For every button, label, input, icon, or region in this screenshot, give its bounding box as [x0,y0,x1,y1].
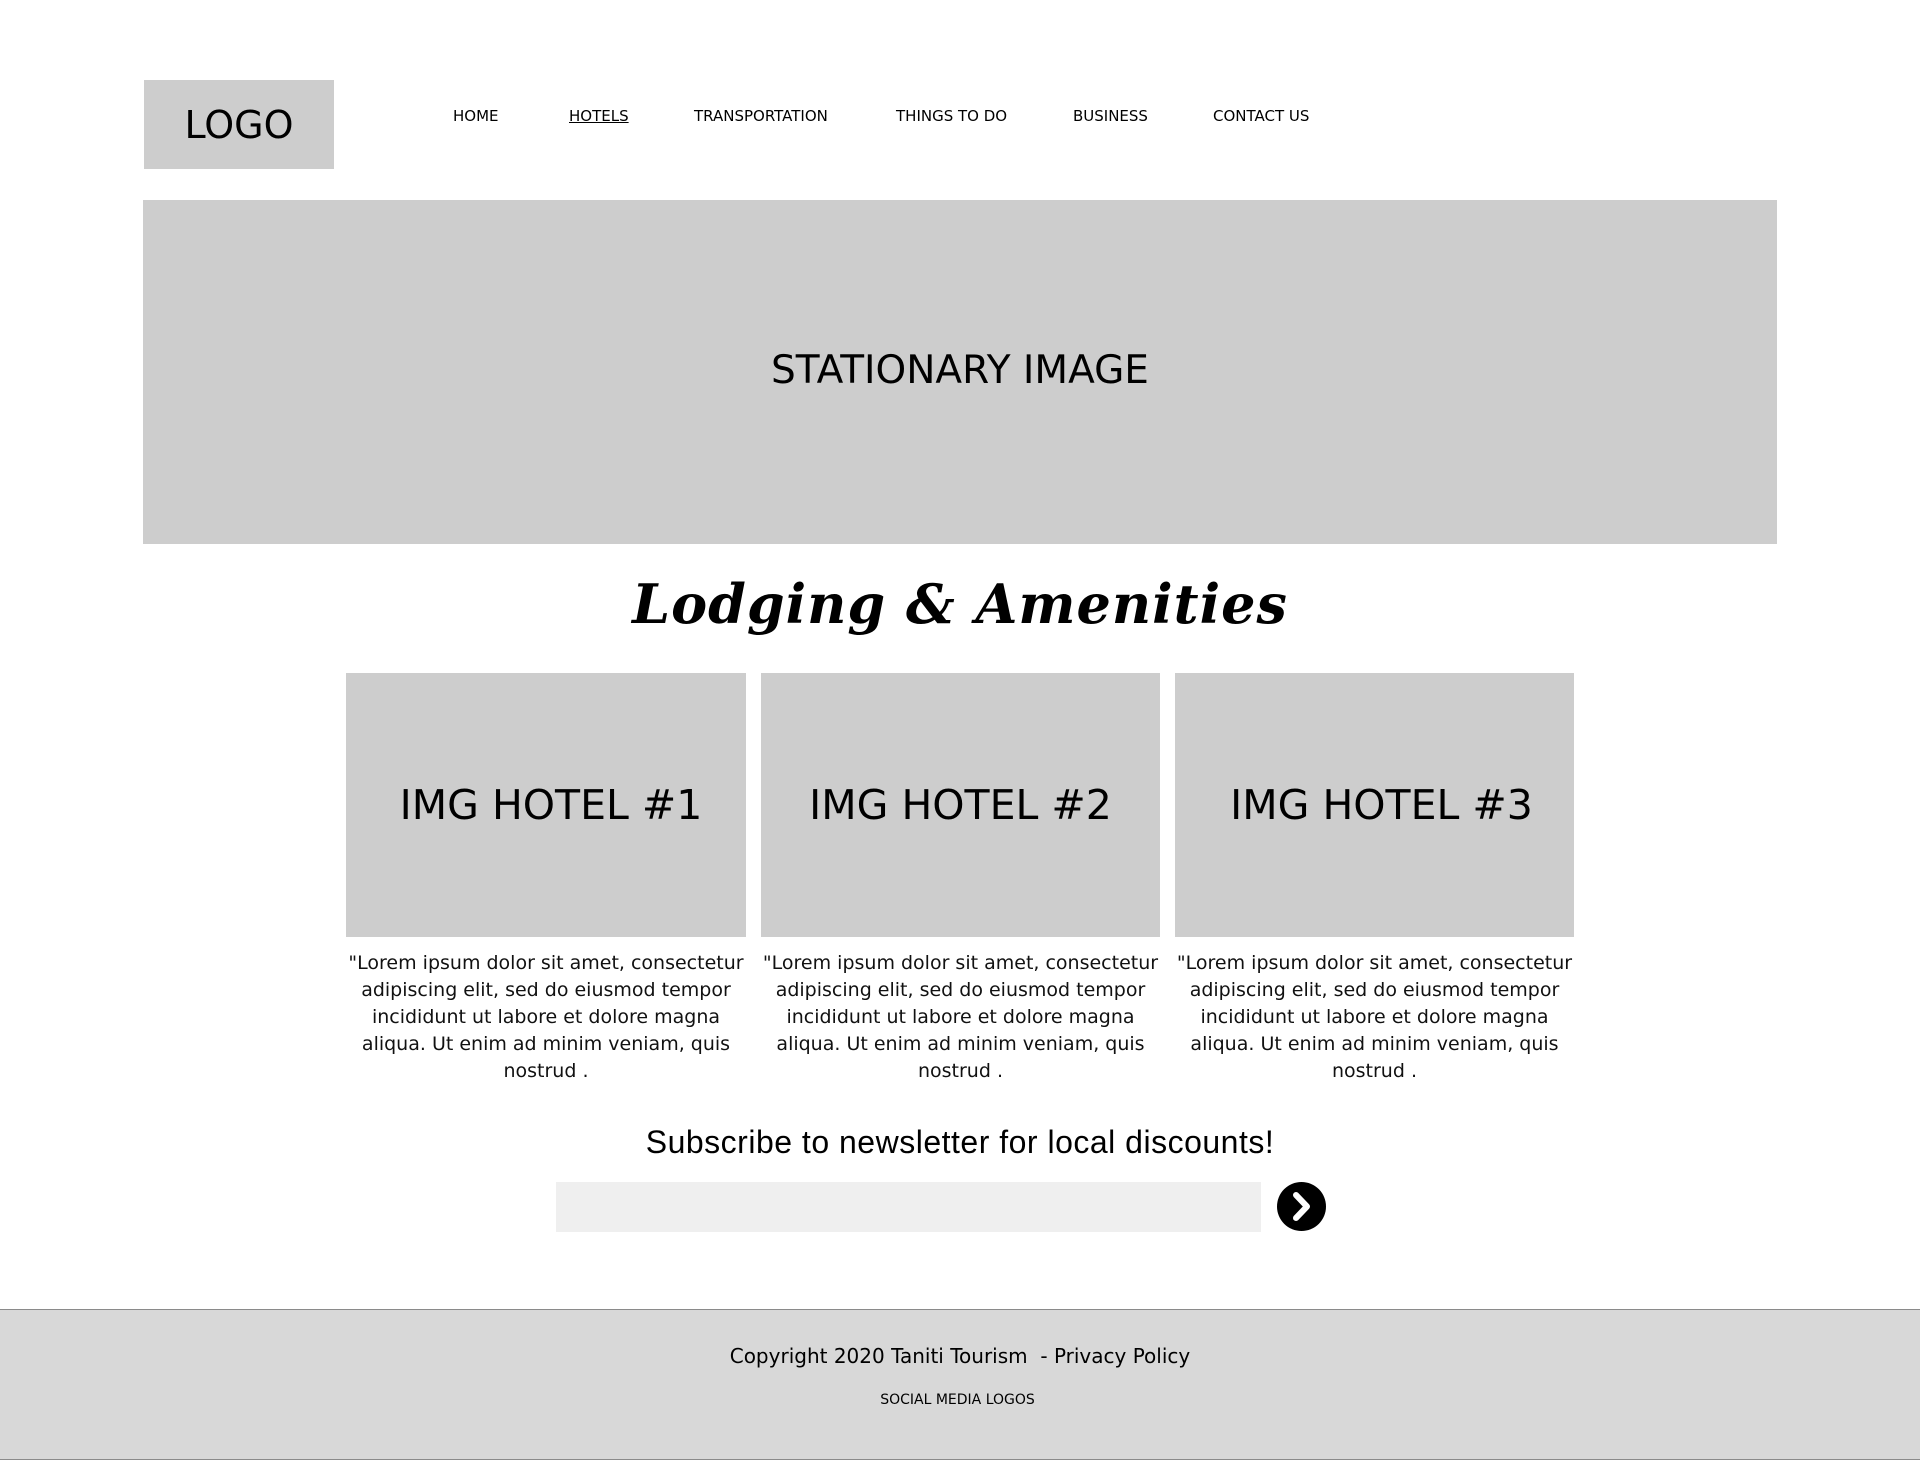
footer-copyright: Copyright 2020 Taniti Tourism - [729,1344,1054,1368]
privacy-policy-link[interactable]: Privacy Policy [1054,1344,1190,1368]
hotel-description-3: "Lorem ipsum dolor sit amet, consectetur… [1176,952,1573,1082]
hotel-image-2[interactable]: IMG HOTEL #2 [761,673,1160,937]
newsletter-email-input[interactable] [556,1182,1261,1232]
hero-image-label: STATIONARY IMAGE [771,347,1149,393]
hero-image: STATIONARY IMAGE [143,200,1777,544]
newsletter-submit-button[interactable] [1277,1182,1326,1231]
nav-item-transportation[interactable]: TRANSPORTATION [694,107,828,125]
nav-item-business[interactable]: BUSINESS [1073,107,1148,125]
hotel-image-3[interactable]: IMG HOTEL #3 [1175,673,1574,937]
hotel-description-2: "Lorem ipsum dolor sit amet, consectetur… [762,952,1159,1082]
nav-item-hotels[interactable]: HOTELS [569,107,629,125]
nav-item-home[interactable]: HOME [453,107,499,125]
hotel-image-label: IMG HOTEL #1 [399,781,703,829]
nav-item-contact-us[interactable]: CONTACT US [1213,107,1309,125]
footer: Copyright 2020 Taniti Tourism - Privacy … [0,1309,1920,1460]
hotel-image-label: IMG HOTEL #3 [1230,781,1533,829]
hotel-description-1: "Lorem ipsum dolor sit amet, consectetur… [348,952,744,1082]
hotel-image-1[interactable]: IMG HOTEL #1 [346,673,746,937]
main-nav: HOME HOTELS TRANSPORTATION THINGS TO DO … [0,107,1920,131]
footer-copyright-line: Copyright 2020 Taniti Tourism - Privacy … [0,1344,1920,1368]
chevron-right-icon [1293,1192,1310,1221]
section-title: Lodging & Amenities [632,572,1288,636]
hotel-image-label: IMG HOTEL #2 [809,781,1112,829]
social-media-logos[interactable]: SOCIAL MEDIA LOGOS [0,1392,1915,1408]
newsletter-title: Subscribe to newsletter for local discou… [645,1124,1275,1160]
nav-item-things-to-do[interactable]: THINGS TO DO [896,107,1007,125]
